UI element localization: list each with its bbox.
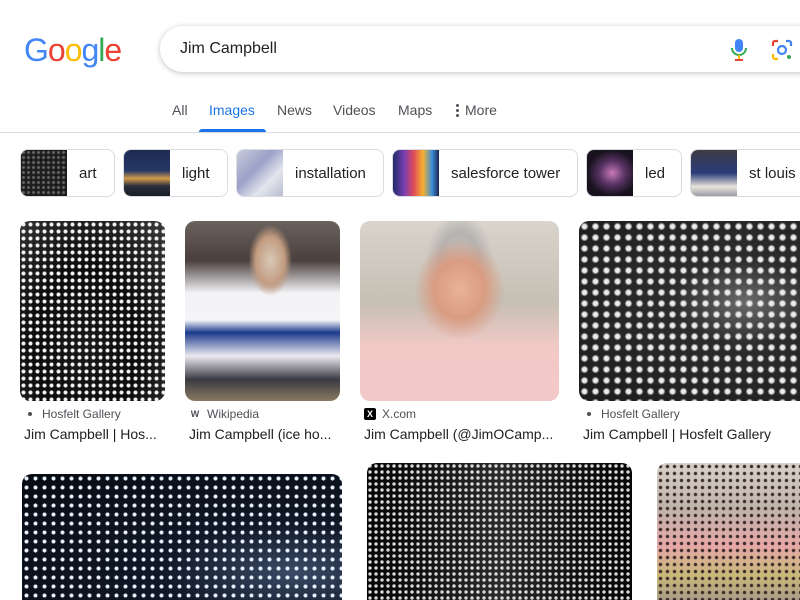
search-box [160, 26, 800, 72]
logo-letter: G [24, 31, 49, 68]
wikipedia-icon: W [190, 409, 200, 419]
chip-installation[interactable]: installation [236, 149, 384, 197]
result-source-label: Hosfelt Gallery [601, 407, 680, 421]
chip-thumbnail [691, 150, 737, 196]
tab-maps[interactable]: Maps [398, 102, 432, 118]
google-images-page: Google All Images News Videos Maps More [0, 0, 800, 600]
chip-art[interactable]: art [20, 149, 115, 197]
result-image[interactable] [367, 463, 632, 600]
result-image[interactable] [657, 463, 800, 600]
search-tabs: All Images News Videos Maps More [0, 90, 800, 133]
result-source[interactable]: W Wikipedia [189, 407, 259, 421]
tab-all[interactable]: All [172, 102, 188, 118]
logo-letter: o [47, 31, 66, 68]
chip-label: st louis [749, 164, 796, 182]
tab-more-label: More [465, 102, 497, 118]
active-tab-indicator [199, 129, 266, 132]
chip-label: light [182, 164, 210, 182]
logo-letter: e [104, 31, 122, 68]
result-source[interactable]: Hosfelt Gallery [24, 407, 121, 421]
chip-thumbnail [587, 150, 633, 196]
logo-letter: o [64, 31, 83, 68]
chip-label: installation [295, 164, 366, 182]
chip-salesforce-tower[interactable]: salesforce tower [392, 149, 578, 197]
favicon-icon [587, 412, 591, 416]
result-title[interactable]: Jim Campbell | Hosfelt Gallery [583, 426, 800, 442]
result-source[interactable]: Hosfelt Gallery [583, 407, 680, 421]
x-logo-icon: X [364, 408, 376, 420]
result-image[interactable] [20, 221, 165, 401]
result-image[interactable] [360, 221, 559, 401]
tab-images[interactable]: Images [209, 102, 255, 118]
result-title[interactable]: Jim Campbell (@JimOCamp... [364, 426, 560, 442]
chip-label: salesforce tower [451, 164, 561, 182]
chip-thumbnail [21, 150, 67, 196]
microphone-icon[interactable] [730, 38, 748, 62]
chip-light[interactable]: light [123, 149, 228, 197]
result-image[interactable] [579, 221, 800, 401]
chip-label: art [79, 164, 97, 182]
result-title[interactable]: Jim Campbell (ice ho... [189, 426, 341, 442]
google-lens-icon[interactable] [770, 38, 794, 62]
chip-thumbnail [124, 150, 170, 196]
logo-letter: g [81, 31, 99, 68]
result-source-label: X.com [382, 407, 417, 421]
google-logo[interactable]: Google [24, 30, 122, 70]
result-source-label: Hosfelt Gallery [42, 407, 121, 421]
favicon-icon [28, 412, 32, 416]
result-title[interactable]: Jim Campbell | Hos... [24, 426, 166, 442]
tab-news[interactable]: News [277, 102, 312, 118]
result-image[interactable] [22, 474, 342, 600]
result-image[interactable] [185, 221, 340, 401]
chip-label: led [645, 164, 666, 182]
tab-more[interactable]: More [456, 102, 497, 118]
tab-videos[interactable]: Videos [333, 102, 376, 118]
chip-thumbnail [237, 150, 283, 196]
chip-thumbnail [393, 150, 439, 196]
search-input[interactable] [180, 40, 700, 58]
result-source-label: Wikipedia [207, 407, 260, 421]
chip-st-louis[interactable]: st louis [690, 149, 800, 197]
chip-led[interactable]: led [586, 149, 682, 197]
more-vert-icon [456, 103, 459, 117]
result-source[interactable]: X X.com [364, 407, 416, 421]
